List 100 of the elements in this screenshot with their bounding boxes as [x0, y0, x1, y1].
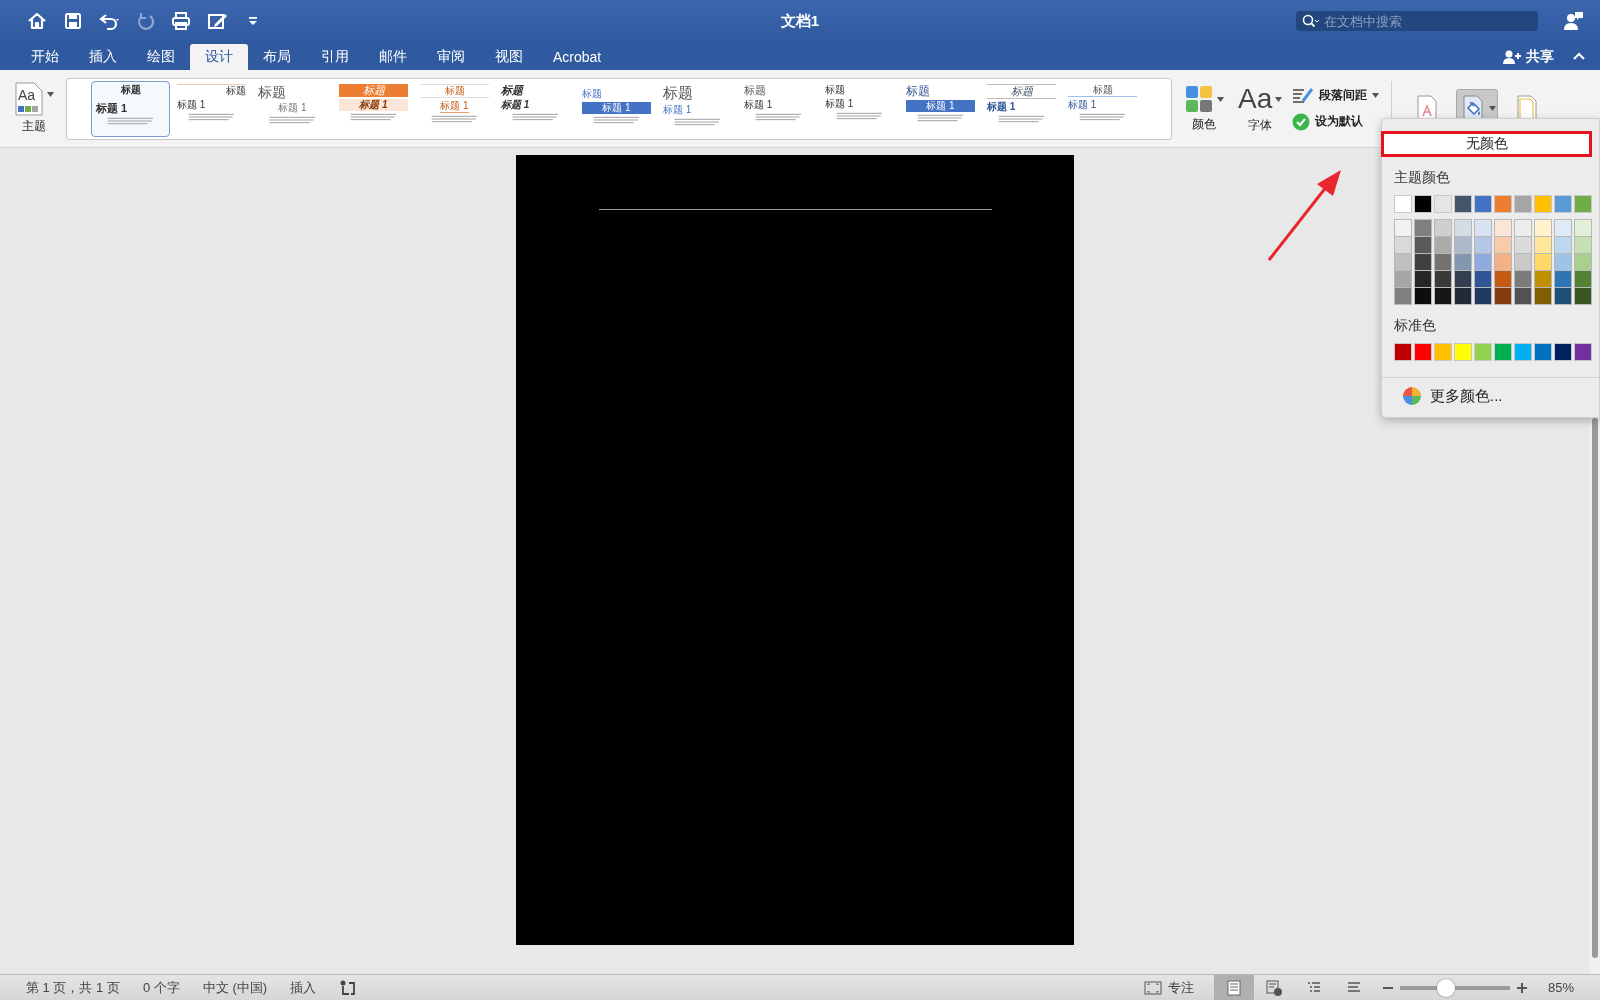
color-swatch[interactable]	[1435, 220, 1451, 236]
color-swatch[interactable]	[1475, 237, 1491, 253]
color-swatch[interactable]	[1435, 288, 1451, 304]
color-swatch[interactable]	[1555, 220, 1571, 236]
color-swatch[interactable]	[1435, 254, 1451, 270]
color-swatch[interactable]	[1515, 237, 1531, 253]
color-swatch[interactable]	[1494, 195, 1512, 213]
color-swatch[interactable]	[1454, 195, 1472, 213]
color-swatch[interactable]	[1474, 195, 1492, 213]
ribbon-tab[interactable]: 审阅	[422, 44, 480, 70]
color-swatch[interactable]	[1554, 195, 1572, 213]
color-swatch[interactable]	[1514, 195, 1532, 213]
color-swatch[interactable]	[1474, 343, 1492, 361]
document-icon	[14, 82, 44, 116]
ribbon-tab[interactable]: 邮件	[364, 44, 422, 70]
ribbon-tab[interactable]: 开始	[16, 44, 74, 70]
color-swatch[interactable]	[1435, 271, 1451, 287]
color-swatch[interactable]	[1535, 220, 1551, 236]
color-swatch[interactable]	[1575, 271, 1591, 287]
paragraph-spacing-button[interactable]: 段落间距	[1292, 86, 1380, 105]
color-swatch[interactable]	[1515, 254, 1531, 270]
color-swatch[interactable]	[1495, 288, 1511, 304]
color-swatch[interactable]	[1415, 271, 1431, 287]
color-swatch[interactable]	[1554, 343, 1572, 361]
set-default-button[interactable]: 设为默认	[1292, 112, 1380, 131]
ribbon-tab[interactable]: 布局	[248, 44, 306, 70]
color-swatch[interactable]	[1574, 343, 1592, 361]
color-swatch[interactable]	[1555, 254, 1571, 270]
color-swatch[interactable]	[1515, 220, 1531, 236]
language-label: 中文 (中国)	[202, 978, 268, 997]
zoom-slider-thumb[interactable]	[1437, 978, 1456, 997]
feedback-icon[interactable]	[1562, 10, 1584, 32]
color-swatch[interactable]	[1394, 343, 1412, 361]
color-swatch[interactable]	[1455, 220, 1471, 236]
no-color-option[interactable]: 无颜色	[1381, 131, 1592, 157]
more-colors-option[interactable]: 更多颜色...	[1402, 386, 1599, 406]
color-swatch[interactable]	[1535, 254, 1551, 270]
color-swatch[interactable]	[1454, 343, 1472, 361]
color-swatch[interactable]	[1414, 343, 1432, 361]
fonts-button[interactable]: Aa 字体	[1234, 81, 1287, 136]
print-layout-button[interactable]	[1213, 975, 1254, 1000]
color-swatch[interactable]	[1415, 288, 1431, 304]
color-swatch[interactable]	[1434, 343, 1452, 361]
search-field[interactable]: 在文档中搜索	[1296, 11, 1538, 31]
color-swatch[interactable]	[1455, 288, 1471, 304]
scrollbar-thumb[interactable]	[1592, 418, 1598, 958]
color-swatch[interactable]	[1535, 237, 1551, 253]
ribbon-tab[interactable]: 设计	[190, 44, 248, 70]
color-swatch[interactable]	[1435, 237, 1451, 253]
track-changes-icon[interactable]	[339, 978, 358, 997]
color-swatch[interactable]	[1535, 271, 1551, 287]
color-swatch[interactable]	[1494, 343, 1512, 361]
color-swatch[interactable]	[1515, 271, 1531, 287]
color-swatch[interactable]	[1455, 237, 1471, 253]
color-swatch[interactable]	[1394, 195, 1412, 213]
color-swatch[interactable]	[1575, 288, 1591, 304]
color-swatch[interactable]	[1415, 237, 1431, 253]
color-swatch[interactable]	[1515, 288, 1531, 304]
color-swatch[interactable]	[1415, 220, 1431, 236]
color-swatch[interactable]	[1414, 195, 1432, 213]
color-swatch[interactable]	[1395, 288, 1411, 304]
color-swatch[interactable]	[1514, 343, 1532, 361]
color-swatch[interactable]	[1534, 343, 1552, 361]
ribbon-tab[interactable]: 插入	[74, 44, 132, 70]
color-swatch[interactable]	[1455, 254, 1471, 270]
color-swatch[interactable]	[1575, 220, 1591, 236]
color-swatch[interactable]	[1415, 254, 1431, 270]
ribbon-tab[interactable]: 引用	[306, 44, 364, 70]
color-swatch[interactable]	[1395, 220, 1411, 236]
share-button[interactable]: 共享	[1496, 44, 1560, 70]
color-swatch[interactable]	[1575, 237, 1591, 253]
color-swatch[interactable]	[1475, 220, 1491, 236]
plus-icon	[1516, 982, 1527, 993]
color-swatch[interactable]	[1535, 288, 1551, 304]
color-swatch[interactable]	[1495, 237, 1511, 253]
ribbon-tab[interactable]: 绘图	[132, 44, 190, 70]
color-swatch[interactable]	[1395, 237, 1411, 253]
word-count: 0 个字	[142, 978, 180, 997]
color-swatch[interactable]	[1495, 254, 1511, 270]
color-swatch[interactable]	[1495, 220, 1511, 236]
theme-button[interactable]: Aa 主题	[10, 80, 58, 137]
style-thumbnail[interactable]: 标题 标题 1	[91, 80, 170, 137]
color-swatch[interactable]	[1475, 288, 1491, 304]
color-swatch[interactable]	[1555, 237, 1571, 253]
color-swatch[interactable]	[1574, 195, 1592, 213]
colors-button[interactable]: 颜色	[1180, 82, 1228, 135]
color-swatch[interactable]	[1475, 271, 1491, 287]
color-swatch[interactable]	[1395, 271, 1411, 287]
ribbon-tab[interactable]: 视图	[480, 44, 538, 70]
ribbon-tab[interactable]: Acrobat	[538, 44, 617, 70]
color-swatch[interactable]	[1575, 254, 1591, 270]
color-swatch[interactable]	[1555, 288, 1571, 304]
color-swatch[interactable]	[1555, 271, 1571, 287]
color-swatch[interactable]	[1395, 254, 1411, 270]
color-swatch[interactable]	[1434, 195, 1452, 213]
color-swatch[interactable]	[1455, 271, 1471, 287]
color-swatch[interactable]	[1495, 271, 1511, 287]
color-swatch[interactable]	[1534, 195, 1552, 213]
focus-button[interactable]: 专注	[1137, 977, 1200, 998]
color-swatch[interactable]	[1475, 254, 1491, 270]
